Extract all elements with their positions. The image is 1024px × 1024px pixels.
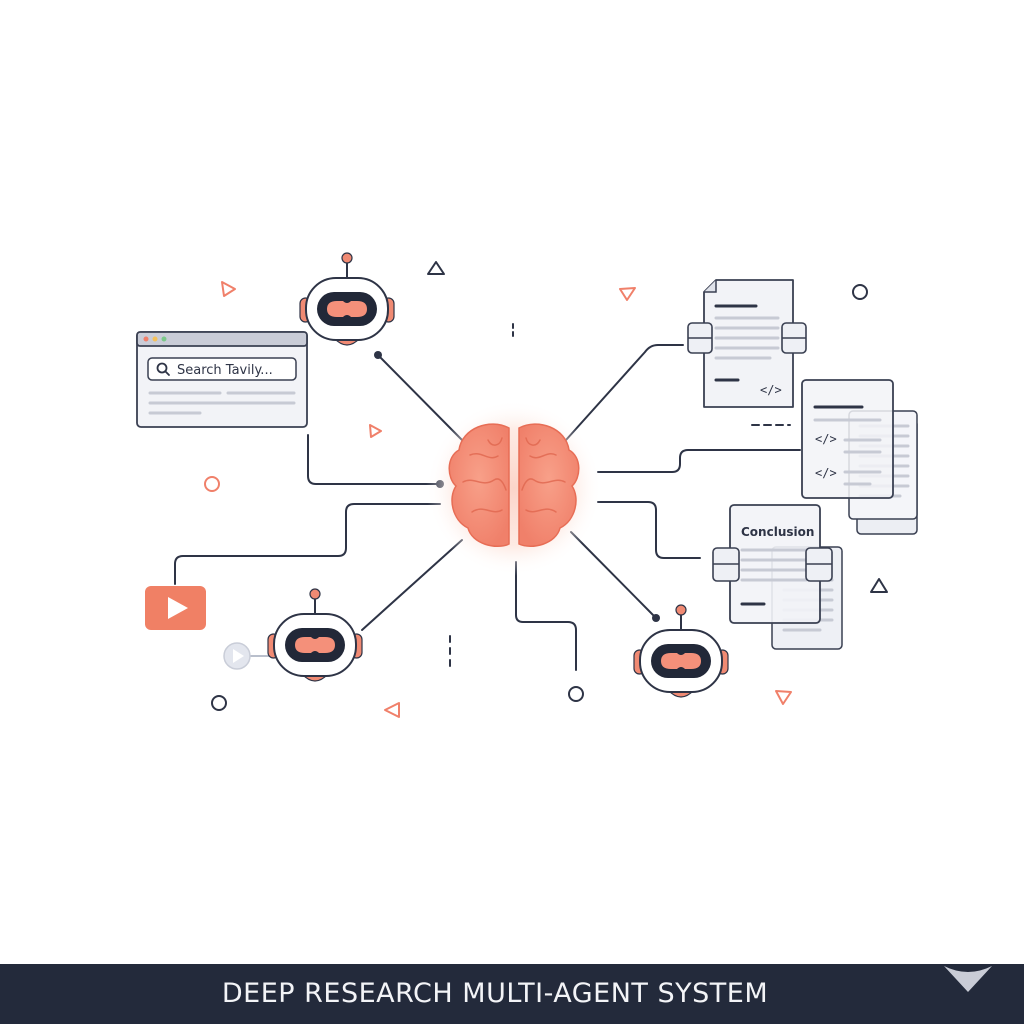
robot-icon [299,252,395,346]
connector-search [307,434,441,485]
search-text: Search Tavily... [177,363,273,378]
gem-logo-icon [944,966,992,992]
triangle-deco [369,424,382,438]
robot-icon [267,588,363,682]
connector-conclusion [597,501,701,559]
robot-agent-top [299,252,395,346]
search-bar[interactable]: Search Tavily... [147,357,297,381]
connector-dot [652,614,660,622]
document-top: </> [687,279,807,408]
circle-deco [211,695,227,711]
code-tag-icon: </> [815,432,837,446]
connector-robot-right [570,531,657,619]
code-tag-icon: </> [760,383,782,397]
document-conclusion: Conclusion [712,504,843,650]
robot-icon [633,604,729,698]
connector-doc-top [565,344,684,441]
code-tag-icon: </> [815,466,837,480]
conclusion-label: Conclusion [741,525,814,539]
triangle-deco [427,261,445,275]
connector-video [174,503,441,585]
connector-bottom-node [515,561,577,671]
play-button-icon[interactable] [145,586,206,630]
circle-deco [204,476,220,492]
robot-agent-bottom-right [633,604,729,698]
circle-deco [568,686,584,702]
triangle-deco [384,702,400,718]
diagram-canvas: Search Tavily... </> </> </> Conclusion [136,252,918,718]
triangle-deco [619,287,636,301]
triangle-deco [221,281,236,297]
brain-hub [426,400,602,576]
connector-robot-top [377,354,463,441]
robot-agent-bottom-left [267,588,363,682]
banner-title: DEEP RESEARCH MULTI-AGENT SYSTEM [221,978,769,1009]
connector-robot-left [361,539,463,631]
small-play-icon [223,642,272,670]
circle-deco [852,284,868,300]
title-banner: DEEP RESEARCH MULTI-AGENT SYSTEM [0,964,1024,1024]
connector-dot [374,351,382,359]
triangle-deco [775,690,792,705]
connector-doc-mid [597,449,801,473]
triangle-deco [870,578,888,593]
search-browser-window: Search Tavily... [136,331,308,428]
